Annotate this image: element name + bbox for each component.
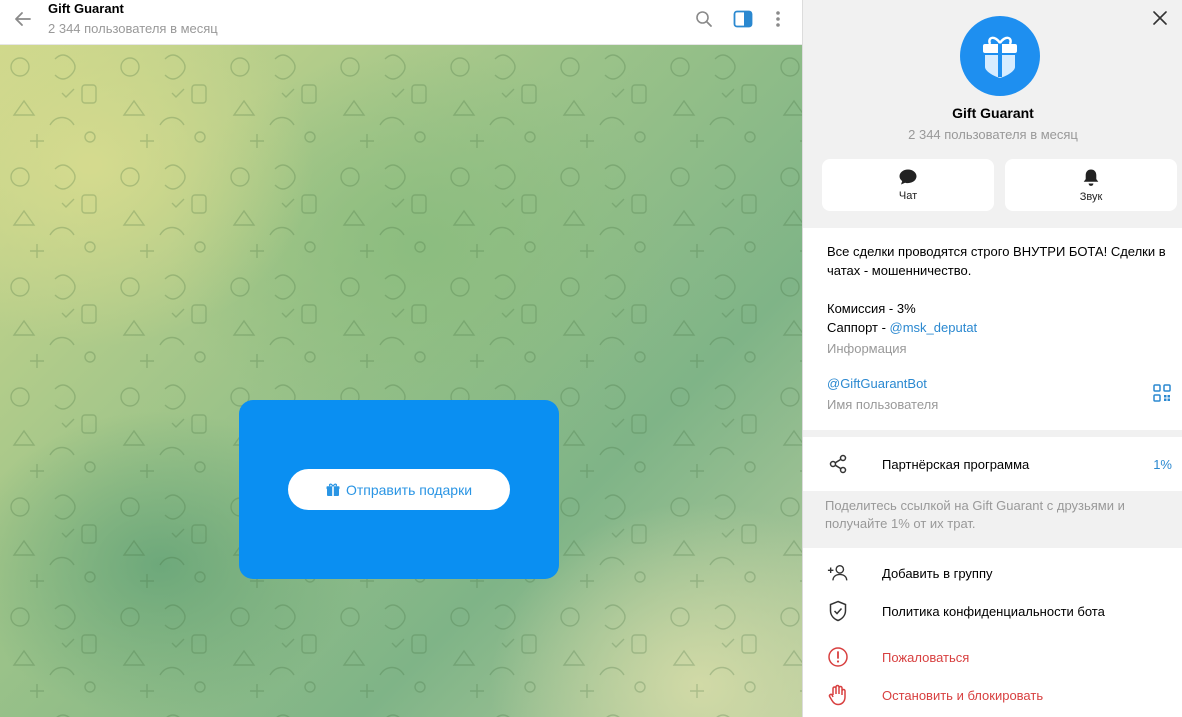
bot-description: Все сделки проводятся строго ВНУТРИ БОТА… xyxy=(827,242,1167,414)
stop-and-block-item[interactable]: Остановить и блокировать xyxy=(803,677,1182,713)
support-prefix: Саппорт - xyxy=(827,320,890,335)
actions-menu: Добавить в группу Политика конфиденциаль… xyxy=(803,548,1182,717)
add-user-icon xyxy=(827,562,849,584)
close-icon xyxy=(1153,11,1167,25)
report-label: Пожаловаться xyxy=(882,649,970,665)
qr-code-icon xyxy=(1153,384,1171,402)
more-vertical-icon xyxy=(776,11,780,27)
stop-and-block-label: Остановить и блокировать xyxy=(882,687,1044,703)
back-button[interactable] xyxy=(10,6,36,32)
search-icon xyxy=(696,11,712,27)
profile-subtitle: 2 344 пользователя в месяц xyxy=(908,127,1078,142)
chat-action-label: Чат xyxy=(898,190,918,202)
share-icon xyxy=(827,453,849,475)
affiliate-program-item[interactable]: Партнёрская программа 1% xyxy=(803,437,1182,491)
description-line-1: Все сделки проводятся строго ВНУТРИ БОТА… xyxy=(827,244,1166,259)
search-button[interactable] xyxy=(692,7,716,31)
chat-header: Gift Guarant 2 344 пользователя в месяц xyxy=(0,0,802,45)
toggle-sidebar-button[interactable] xyxy=(731,7,755,31)
gift-box-logo-icon xyxy=(983,36,1017,78)
hand-stop-icon xyxy=(827,684,849,706)
chat-action-button[interactable]: Чат xyxy=(822,159,994,211)
chat-wallpaper: Отправить подарки xyxy=(0,45,802,717)
arrow-left-icon xyxy=(15,12,31,26)
affiliate-note-line-1: Поделитесь ссылкой на Gift Guarant с дру… xyxy=(825,498,1125,513)
info-section: Все сделки проводятся строго ВНУТРИ БОТА… xyxy=(803,228,1182,430)
avatar[interactable] xyxy=(960,16,1040,96)
bot-welcome-card: Отправить подарки xyxy=(239,400,559,579)
support-line: Саппорт - @msk_deputat xyxy=(827,318,1167,337)
chat-subtitle: 2 344 пользователя в месяц xyxy=(48,21,218,36)
add-to-group-item[interactable]: Добавить в группу xyxy=(803,555,1182,591)
send-gifts-button[interactable]: Отправить подарки xyxy=(288,469,510,510)
report-item[interactable]: Пожаловаться xyxy=(803,639,1182,675)
affiliate-label: Партнёрская программа xyxy=(882,456,1030,472)
report-icon xyxy=(827,646,849,668)
chat-title[interactable]: Gift Guarant xyxy=(48,1,124,16)
profile-panel: Gift Guarant 2 344 пользователя в месяц … xyxy=(802,0,1182,717)
sound-action-label: Звук xyxy=(1079,190,1103,203)
sidebar-panel-icon xyxy=(733,10,753,28)
more-menu-button[interactable] xyxy=(766,7,790,31)
bell-icon xyxy=(1083,169,1099,186)
doodle-pattern xyxy=(0,45,802,717)
privacy-policy-item[interactable]: Политика конфиденциальности бота xyxy=(803,593,1182,629)
username-caption: Имя пользователя xyxy=(827,397,939,412)
close-panel-button[interactable] xyxy=(1150,8,1170,28)
add-to-group-label: Добавить в группу xyxy=(882,565,993,581)
description-line-2: чатах - мошенничество. xyxy=(827,263,972,278)
privacy-policy-label: Политика конфиденциальности бота xyxy=(882,603,1105,619)
support-link[interactable]: @msk_deputat xyxy=(890,320,978,335)
info-caption: Информация xyxy=(827,341,907,356)
chat-area: Gift Guarant 2 344 пользователя в месяц xyxy=(0,0,802,717)
send-gifts-label: Отправить подарки xyxy=(345,481,473,498)
affiliate-note: Поделитесь ссылкой на Gift Guarant с дру… xyxy=(825,497,1165,533)
shield-icon xyxy=(827,600,849,622)
commission-text: Комиссия - 3% xyxy=(827,301,916,316)
affiliate-note-line-2: получайте 1% от их трат. xyxy=(825,516,976,531)
gift-icon xyxy=(326,483,340,496)
affiliate-value: 1% xyxy=(1153,456,1172,472)
chat-icon xyxy=(899,169,917,185)
username-link[interactable]: @GiftGuarantBot xyxy=(827,374,1167,393)
profile-name: Gift Guarant xyxy=(952,105,1034,121)
sound-action-button[interactable]: Звук xyxy=(1005,159,1177,211)
qr-code-button[interactable] xyxy=(1153,384,1173,404)
